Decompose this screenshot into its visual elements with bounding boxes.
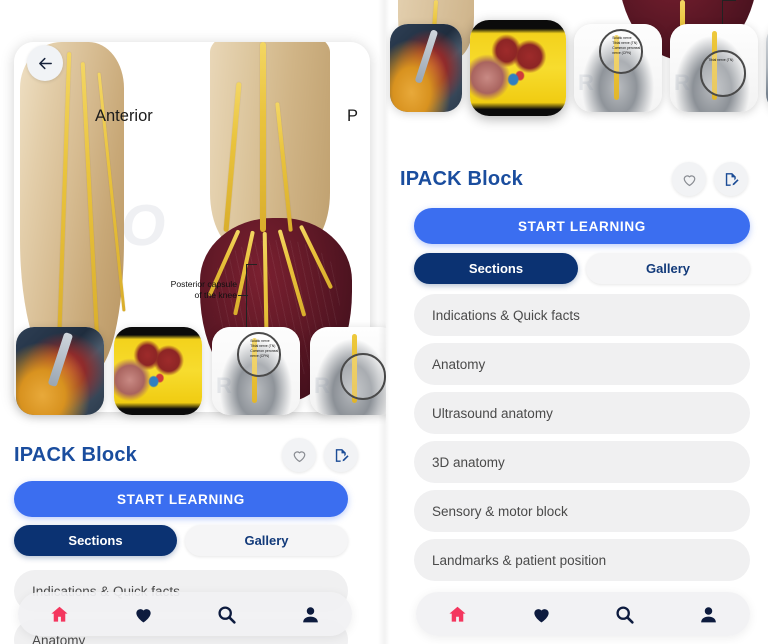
home-icon: [51, 606, 68, 622]
nav-search[interactable]: [205, 597, 249, 631]
thumb-watermark-2: R: [314, 373, 330, 398]
thumbnail-strip[interactable]: R Sciatic nerve Tibial nerve (TN) Common…: [390, 20, 768, 116]
list-item[interactable]: Ultrasound anatomy: [414, 392, 750, 434]
nav-profile[interactable]: [288, 597, 332, 631]
back-button[interactable]: [27, 45, 63, 81]
capsule-callout: Posterior capsule of the knee: [141, 279, 237, 300]
note-edit-icon: [725, 172, 739, 186]
heart-filled-icon: [534, 608, 549, 622]
capsule-callout-line2: of the knee: [194, 289, 237, 300]
nav-home[interactable]: [436, 597, 480, 631]
tab-group: Sections Gallery: [14, 525, 348, 556]
header-actions: [672, 162, 748, 196]
thumb-annotation-3: nerve (CPN): [250, 354, 270, 359]
thumb-surgery[interactable]: [16, 327, 104, 415]
screenshot-root: YSO Posterior caps: [0, 0, 768, 644]
list-item[interactable]: Landmarks & patient position: [414, 539, 750, 581]
note-edit-icon: [335, 448, 349, 462]
hero-label-anterior: Anterior: [95, 107, 153, 125]
hero-label-posterior: P: [347, 107, 359, 125]
tab-sections[interactable]: Sections: [414, 253, 578, 284]
bottom-navigation: [416, 592, 750, 636]
favorite-button[interactable]: [282, 438, 316, 472]
list-item[interactable]: Anatomy: [414, 343, 750, 385]
search-icon: [616, 605, 634, 624]
left-panel: YSO Posterior caps: [0, 0, 386, 644]
thumb-cross-section[interactable]: [114, 327, 202, 415]
thumb-annotations: Sciatic nerve Tibial nerve (TN) Common p…: [250, 339, 296, 359]
nav-home[interactable]: [38, 597, 82, 631]
back-arrow-icon: [38, 57, 52, 69]
tab-sections[interactable]: Sections: [14, 525, 177, 556]
thumb-nerve-magnified[interactable]: R Sciatic nerve Tibial nerve (TN) Common…: [574, 24, 662, 112]
list-item[interactable]: Sensory & motor block: [414, 490, 750, 532]
thumb-watermark: R: [216, 373, 232, 398]
header-actions: [282, 438, 358, 472]
thumb-nerve-magnified-2[interactable]: R: [310, 327, 386, 415]
thumb-annotation-3: nerve (CPN): [612, 51, 632, 56]
heart-outline-icon: [683, 174, 695, 186]
home-icon: [449, 606, 466, 622]
nav-favorites[interactable]: [121, 597, 165, 631]
anatomy-limb-anterior: [20, 42, 124, 372]
thumb-annotation-single: Tibial nerve (TN): [708, 58, 734, 62]
thumb-nerve-magnified[interactable]: R Sciatic nerve Tibial nerve (TN) Common…: [212, 327, 300, 415]
right-panel: R Sciatic nerve Tibial nerve (TN) Common…: [386, 0, 768, 644]
list-item[interactable]: Indications & Quick facts: [414, 294, 750, 336]
thumb-annotations: Sciatic nerve Tibial nerve (TN) Common p…: [612, 36, 658, 56]
thumb-surgery[interactable]: [390, 24, 462, 112]
nav-search[interactable]: [603, 597, 647, 631]
heart-outline-icon: [293, 450, 305, 462]
thumb-cross-section[interactable]: [470, 20, 566, 116]
person-icon: [700, 606, 716, 622]
notes-button[interactable]: [714, 162, 748, 196]
start-learning-button[interactable]: START LEARNING: [14, 481, 348, 517]
thumb-watermark-2: R: [674, 70, 690, 95]
bottom-navigation: [18, 592, 352, 636]
start-learning-button[interactable]: START LEARNING: [414, 208, 750, 244]
thumbnail-strip[interactable]: R Sciatic nerve Tibial nerve (TN) Common…: [16, 327, 386, 415]
tab-gallery[interactable]: Gallery: [185, 525, 348, 556]
person-icon: [302, 606, 318, 622]
favorite-button[interactable]: [672, 162, 706, 196]
search-icon: [218, 605, 236, 624]
capsule-callout-line1: Posterior capsule: [170, 279, 237, 289]
thumb-annotations-2: Tibial nerve (TN): [708, 58, 754, 63]
nav-favorites[interactable]: [519, 597, 563, 631]
detail-header: IPACK Block: [14, 438, 358, 472]
list-item[interactable]: 3D anatomy: [414, 441, 750, 483]
heart-filled-icon: [136, 608, 151, 622]
nerve-trunk-main: [260, 42, 266, 232]
tab-group: Sections Gallery: [414, 253, 750, 284]
thumb-watermark: R: [578, 70, 594, 95]
detail-header: IPACK Block: [400, 162, 748, 196]
tab-gallery[interactable]: Gallery: [586, 253, 750, 284]
capsule-leader-line: [238, 295, 248, 297]
notes-button[interactable]: [324, 438, 358, 472]
section-list: Indications & Quick facts Anatomy Ultras…: [414, 294, 750, 581]
thumb-nerve-magnified-2[interactable]: R Tibial nerve (TN): [670, 24, 758, 112]
nav-profile[interactable]: [686, 597, 730, 631]
page-title: IPACK Block: [400, 167, 523, 190]
page-title: IPACK Block: [14, 443, 137, 466]
